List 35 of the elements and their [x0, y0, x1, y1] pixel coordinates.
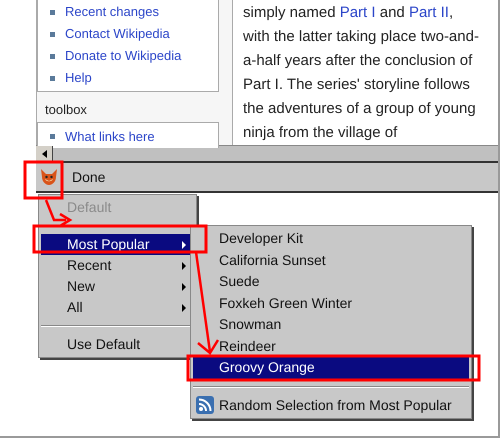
menu-item[interactable]: Random Selection from Most Popular [193, 394, 469, 416]
article-paragraph: simply named Part I and Part II, with the latter taking place two-and- a-half years after the conclusion of Part I. The series' storyline follows the adventures of a group of young ninja from the village of [242, 3, 480, 143]
menu-item[interactable]: Use Default [41, 334, 194, 355]
menu-item[interactable]: Reindeer [193, 336, 469, 357]
status-text: Done [72, 168, 106, 186]
menu-item[interactable]: Developer Kit [193, 228, 469, 250]
link[interactable]: Part I [340, 4, 376, 21]
menu-item[interactable]: Foxkeh Green Winter [193, 292, 469, 314]
menu-item[interactable]: Snowman [193, 314, 469, 336]
submenu-arrow-icon [182, 282, 186, 290]
bullet-icon [50, 32, 55, 36]
menu-item[interactable]: Recent [41, 255, 194, 276]
left-arrow-icon [42, 150, 46, 158]
sidebar-link[interactable]: Contact Wikipedia [65, 24, 170, 44]
menu-item[interactable]: New [41, 276, 194, 297]
bullet-icon [50, 10, 55, 14]
menu-item[interactable]: Groovy Orange [193, 357, 469, 378]
fox-icon [38, 168, 58, 186]
bullet-icon [50, 76, 55, 80]
submenu-arrow-icon [182, 304, 186, 312]
menu-item[interactable]: Suede [193, 271, 469, 292]
highlight-frame [24, 160, 64, 200]
submenu-arrow-icon [182, 240, 186, 248]
bullet-icon [50, 54, 55, 58]
sidebar-link[interactable]: Help [65, 68, 92, 88]
link[interactable]: Part II [408, 4, 449, 21]
submenu-arrow-icon [182, 262, 186, 270]
menu-item[interactable]: California Sunset [193, 250, 469, 271]
bullet-icon [50, 134, 55, 139]
feed-icon [196, 396, 214, 414]
sidebar-link[interactable]: Recent changes [65, 2, 159, 22]
scroll-left-button[interactable] [36, 146, 53, 161]
sidebar-link[interactable]: Donate to Wikipedia [65, 46, 182, 66]
sidebar-heading: toolbox [44, 101, 88, 119]
menu-item[interactable]: All [41, 297, 194, 318]
